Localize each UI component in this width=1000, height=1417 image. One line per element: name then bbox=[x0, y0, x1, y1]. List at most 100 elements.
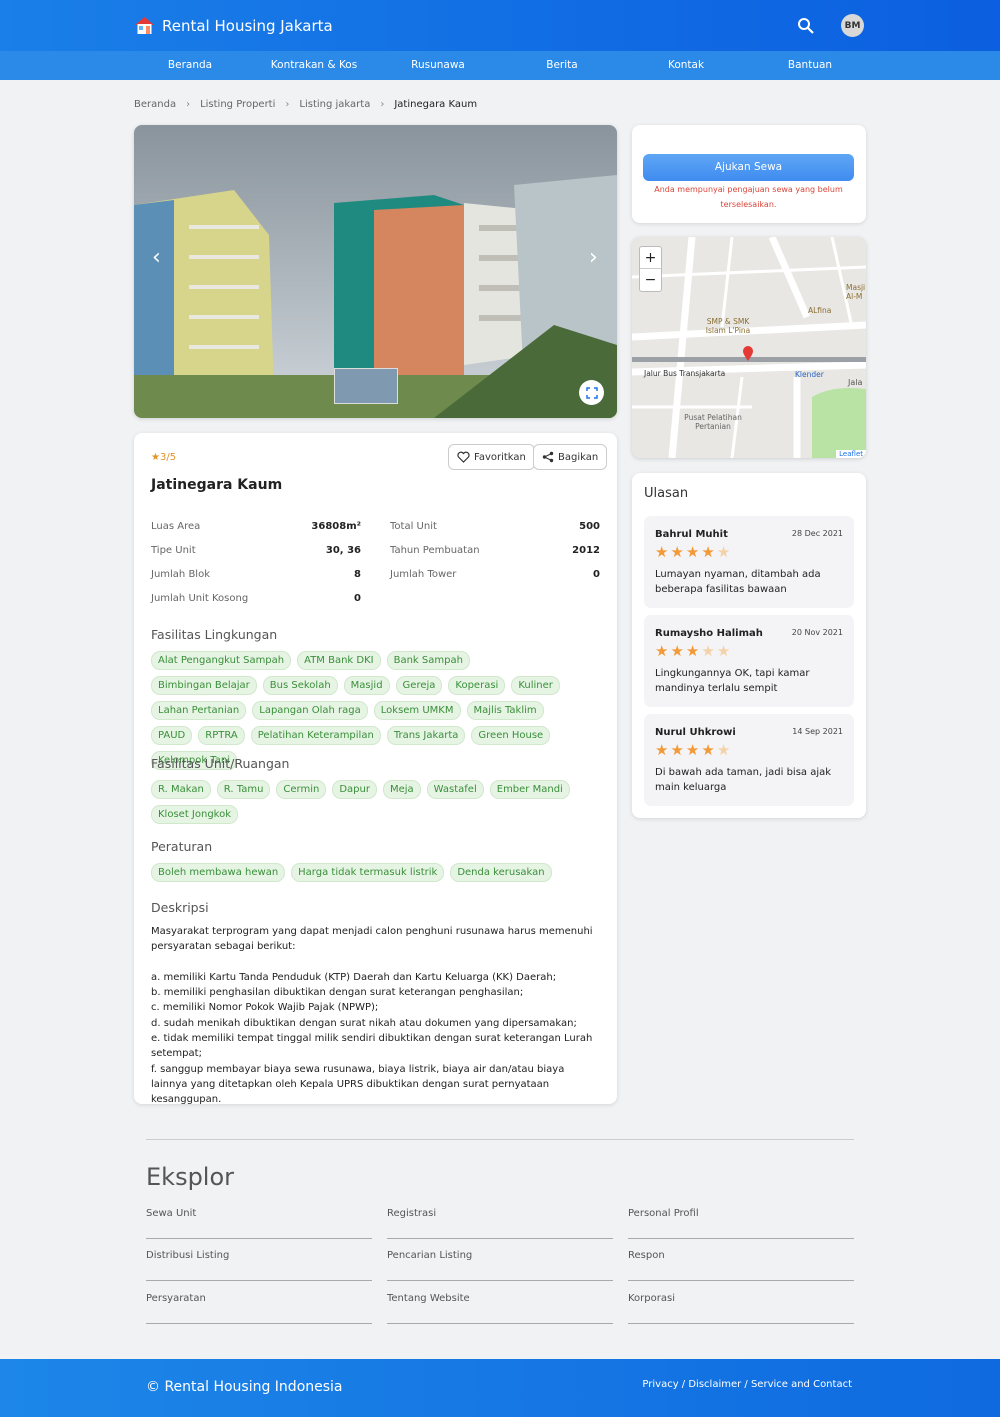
rating-value: 3/5 bbox=[159, 452, 177, 463]
facility-tag: Masjid bbox=[343, 676, 390, 695]
section-title: Fasilitas Unit/Ruangan bbox=[151, 756, 290, 771]
nav-beranda[interactable]: Beranda bbox=[128, 51, 252, 80]
footer-link[interactable]: Pencarian Listing bbox=[387, 1239, 613, 1281]
fullscreen-icon[interactable] bbox=[579, 380, 604, 405]
breadcrumb-item[interactable]: Listing jakarta bbox=[299, 99, 370, 110]
footer-link[interactable]: Distribusi Listing bbox=[146, 1239, 372, 1281]
legal-links[interactable]: Privacy / Disclaimer / Service and Conta… bbox=[642, 1379, 852, 1390]
star-filled-icon: ★ bbox=[670, 543, 684, 561]
facility-tag: Bank Sampah bbox=[386, 651, 470, 670]
footer-link[interactable]: Personal Profil bbox=[628, 1197, 854, 1239]
copyright: © Rental Housing Indonesia bbox=[146, 1379, 343, 1395]
nav-kontak[interactable]: Kontak bbox=[624, 51, 748, 80]
heart-icon bbox=[457, 451, 470, 463]
star-empty-icon: ★ bbox=[701, 642, 715, 660]
zoom-in-button[interactable]: + bbox=[640, 247, 661, 269]
footer-link[interactable]: Tentang Website bbox=[387, 1282, 613, 1324]
listing-detail-card: ★3/5 Favoritkan Bagikan Jatinegara Kaum … bbox=[134, 433, 617, 1105]
spec-label: Jumlah Tower bbox=[390, 569, 457, 580]
review-date: 14 Sep 2021 bbox=[792, 727, 843, 736]
brand[interactable]: Rental Housing Jakarta bbox=[134, 15, 333, 36]
facility-tag: R. Makan bbox=[151, 780, 211, 799]
facility-tag: Green House bbox=[471, 726, 551, 745]
star-filled-icon: ★ bbox=[655, 642, 669, 660]
share-button[interactable]: Bagikan bbox=[533, 444, 608, 470]
facility-tag: PAUD bbox=[151, 726, 193, 745]
breadcrumb-item[interactable]: Listing Properti bbox=[200, 99, 275, 110]
photo-carousel[interactable]: ‹ › bbox=[134, 125, 617, 418]
apply-rent-button[interactable]: Ajukan Sewa bbox=[643, 154, 854, 181]
footer-link[interactable]: Respon bbox=[628, 1239, 854, 1281]
top-bar: Rental Housing Jakarta BM bbox=[0, 0, 1000, 51]
spec-label: Tahun Pembuatan bbox=[390, 545, 480, 556]
breadcrumb: Beranda › Listing Properti › Listing jakar… bbox=[134, 99, 478, 110]
nav-berita[interactable]: Berita bbox=[500, 51, 624, 80]
map-zoom-control: + − bbox=[639, 246, 662, 292]
star-filled-icon: ★ bbox=[685, 543, 700, 561]
spec-value: 36808m² bbox=[311, 521, 361, 532]
review-text: Lumayan nyaman, ditambah ada beberapa fa… bbox=[655, 569, 821, 595]
rating: ★3/5 bbox=[151, 452, 176, 463]
map-label: ALfina bbox=[808, 306, 832, 315]
review-date: 28 Dec 2021 bbox=[791, 529, 843, 538]
search-icon[interactable] bbox=[797, 17, 815, 35]
facility-tag: Wastafel bbox=[426, 780, 484, 799]
spec-value: 0 bbox=[354, 593, 361, 604]
favorite-button[interactable]: Favoritkan bbox=[448, 444, 535, 470]
main-nav: Beranda Kontrakan & Kos Rusunawa Berita … bbox=[0, 51, 1000, 80]
facility-tag: Bus Sekolah bbox=[262, 676, 338, 695]
nav-bantuan[interactable]: Bantuan bbox=[748, 51, 872, 80]
spec-value: 500 bbox=[579, 521, 600, 532]
avatar[interactable]: BM bbox=[841, 14, 864, 37]
star-filled-icon: ★ bbox=[685, 642, 700, 660]
reviews-card: Ulasan Bahrul Muhit 28 Dec 2021 ★ ★ ★ ★ ★ Lu… bbox=[632, 473, 866, 818]
reviewer-name: Nurul Uhkrowi bbox=[655, 727, 736, 738]
facility-tag: Koperasi bbox=[448, 676, 506, 695]
zoom-out-button[interactable]: − bbox=[640, 269, 661, 291]
pending-warning: Anda mempunyai pengajuan sewa yang belum… bbox=[654, 185, 843, 209]
star-empty-icon: ★ bbox=[716, 741, 731, 759]
star-filled-icon: ★ bbox=[701, 741, 715, 759]
facility-tag: Kuliner bbox=[511, 676, 560, 695]
review-text: Di bawah ada taman, jadi bisa ajak main … bbox=[655, 767, 832, 793]
section-title: Peraturan bbox=[151, 839, 213, 854]
reviewer-name: Rumaysho Halimah bbox=[655, 628, 763, 639]
nav-rusunawa[interactable]: Rusunawa bbox=[376, 51, 500, 80]
nav-kontrakan-kos[interactable]: Kontrakan & Kos bbox=[252, 51, 376, 80]
carousel-next-icon[interactable]: › bbox=[589, 245, 598, 270]
facility-tag: Loksem UMKM bbox=[373, 701, 461, 720]
reviews-title: Ulasan bbox=[644, 486, 689, 501]
map-label: Jalur Bus Transjakarta bbox=[644, 369, 726, 378]
spec-label: Luas Area bbox=[151, 521, 201, 532]
tag-list: Alat Pengangkut Sampah ATM Bank DKI Bank S… bbox=[151, 651, 571, 770]
carousel-prev-icon[interactable]: ‹ bbox=[152, 245, 161, 270]
review-stars: ★ ★ ★ ★ ★ bbox=[655, 644, 730, 659]
share-label: Bagikan bbox=[558, 451, 599, 463]
star-icon: ★ bbox=[151, 452, 160, 463]
review-text: Lingkungannya OK, tapi kamar mandinya te… bbox=[655, 668, 810, 694]
location-map[interactable]: + − SMP & SMK Islam L'Pina ALfina Masji … bbox=[632, 237, 866, 458]
star-filled-icon: ★ bbox=[655, 543, 669, 561]
facility-tag: Meja bbox=[382, 780, 421, 799]
star-empty-icon: ★ bbox=[716, 543, 731, 561]
facility-tag: Bimbingan Belajar bbox=[151, 676, 257, 695]
map-label: Jala bbox=[848, 378, 863, 387]
facility-tag: Dapur bbox=[332, 780, 377, 799]
reviewer-name: Bahrul Muhit bbox=[655, 529, 728, 540]
spec-value: 8 bbox=[354, 569, 361, 580]
facility-tag: Alat Pengangkut Sampah bbox=[151, 651, 292, 670]
map-label: Masji Al-M bbox=[846, 283, 866, 301]
thumbnail-strip bbox=[334, 368, 398, 404]
map-attribution[interactable]: Leaflet bbox=[836, 450, 866, 458]
footer-link[interactable]: Sewa Unit bbox=[146, 1197, 372, 1239]
footer-link[interactable]: Korporasi bbox=[628, 1282, 854, 1324]
thumbnail[interactable] bbox=[334, 368, 398, 404]
footer-link[interactable]: Registrasi bbox=[387, 1197, 613, 1239]
share-icon bbox=[542, 451, 554, 463]
facility-tag: Trans Jakarta bbox=[386, 726, 466, 745]
breadcrumb-item[interactable]: Beranda bbox=[134, 99, 176, 110]
apply-card: Ajukan Sewa Anda mempunyai pengajuan sew… bbox=[632, 125, 866, 223]
breadcrumb-current: Jatinegara Kaum bbox=[394, 99, 478, 110]
facility-tag: Pelatihan Keterampilan bbox=[250, 726, 381, 745]
footer-link[interactable]: Persyaratan bbox=[146, 1282, 372, 1324]
